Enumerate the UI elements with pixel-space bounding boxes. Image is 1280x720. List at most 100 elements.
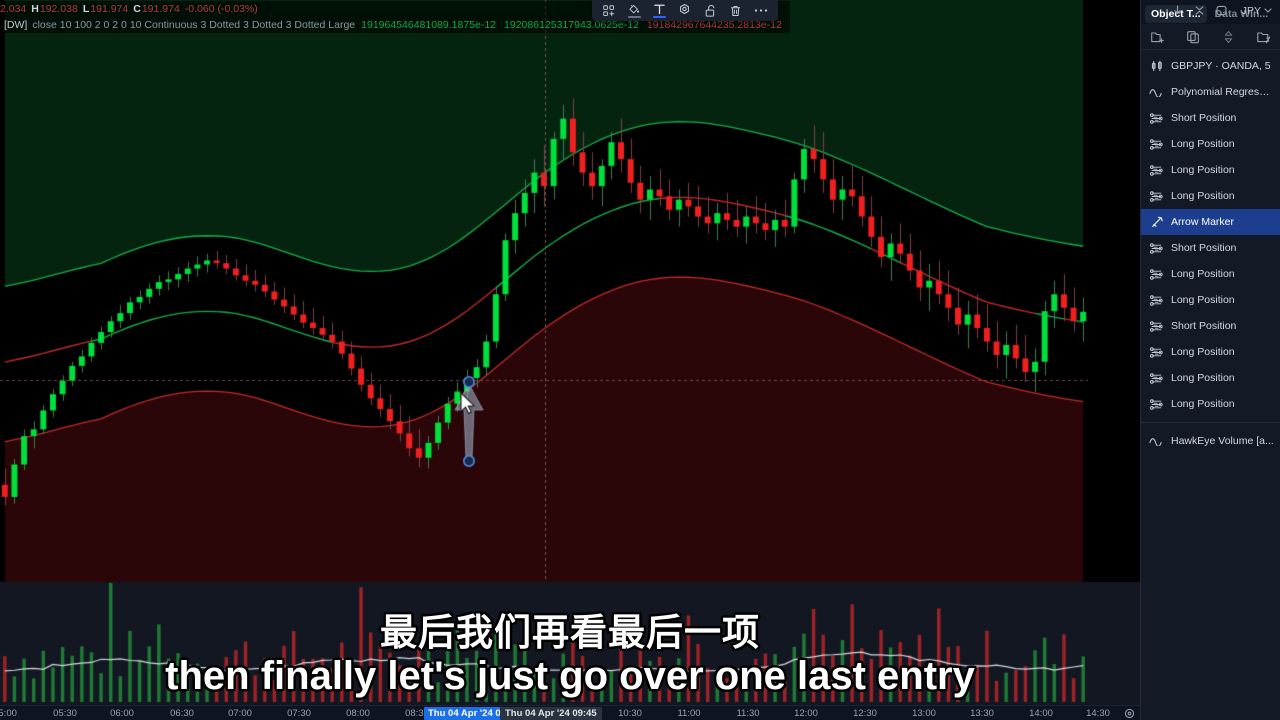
object-list-item-label: Polynomial Regressi... [1171, 86, 1274, 98]
object-list-item[interactable]: GBPJPY · OANDA, 5 [1141, 53, 1280, 79]
settings-icon[interactable] [674, 1, 695, 20]
time-axis-label: 13:30 [970, 708, 994, 719]
object-list-item[interactable]: Short Position [1141, 235, 1280, 261]
object-list-item[interactable]: Arrow Marker [1141, 209, 1280, 235]
time-axis-label: 07:00 [228, 708, 252, 719]
time-settings-icon[interactable] [1123, 707, 1136, 720]
sort-icon[interactable] [1218, 27, 1238, 47]
object-list-item[interactable]: Long Position [1141, 365, 1280, 391]
high-value: 192.038 [39, 3, 78, 15]
reset-chart-icon[interactable] [1212, 1, 1232, 20]
download-icon[interactable] [1168, 1, 1188, 20]
templates-icon[interactable] [598, 1, 619, 20]
symbol-icon [1149, 59, 1164, 74]
drawing-object-toolbar[interactable] [592, 0, 778, 21]
position-icon [1149, 371, 1164, 386]
time-axis-label: 14:00 [1029, 708, 1053, 719]
position-icon [1149, 267, 1164, 282]
time-axis-label: 05:30 [53, 708, 77, 719]
collapse-icon[interactable] [1190, 1, 1210, 20]
object-list-item-label: HawkEye Volume [a... [1171, 435, 1274, 447]
indicator-value-1: 191964546481089.1875e-12 [361, 19, 497, 31]
low-value: 191.974 [90, 3, 129, 15]
new-folder-icon[interactable] [1147, 27, 1167, 47]
position-icon [1149, 293, 1164, 308]
object-list-item[interactable]: Long Position [1141, 131, 1280, 157]
time-axis-label: 11:00 [677, 708, 701, 719]
arrow-marker-icon [1149, 215, 1164, 230]
change-value: -0.060 (-0.03%) [184, 3, 258, 15]
object-list-item[interactable]: Polynomial Regressi... [1141, 79, 1280, 105]
object-list-item-label: Long Position [1171, 164, 1235, 176]
time-axis-label: 13:00 [912, 708, 936, 719]
object-list[interactable]: GBPJPY · OANDA, 5 Polynomial Regressi... S… [1141, 50, 1280, 720]
time-axis-label: 10:30 [618, 708, 642, 719]
price-chart-canvas[interactable] [0, 0, 1140, 720]
close-value: 191.974 [141, 3, 180, 15]
object-list-item-label: Long Position [1171, 372, 1235, 384]
high-label: H [31, 3, 39, 15]
time-axis-label: 11:30 [736, 708, 760, 719]
chart-top-right-controls[interactable]: JPY [1168, 0, 1280, 21]
time-axis-label: 12:30 [853, 708, 877, 719]
time-axis-label: 12:00 [794, 708, 818, 719]
trash-icon[interactable] [725, 1, 746, 20]
paint-bucket-icon[interactable] [624, 1, 645, 20]
curve-icon [1149, 434, 1164, 449]
text-icon[interactable] [649, 1, 670, 20]
position-icon [1149, 241, 1164, 256]
tradingview-chart-screen: 2.034 H 192.038 L 191.974 C 191.974 -0.0… [0, 0, 1280, 720]
position-icon [1149, 137, 1164, 152]
object-list-item[interactable]: Short Position [1141, 313, 1280, 339]
time-axis[interactable]: 05:0005:3006:0006:3007:0007:3008:0008:30… [0, 705, 1140, 720]
currency-selector[interactable]: JPY [1238, 1, 1276, 20]
folder-actions-icon[interactable] [1254, 27, 1274, 47]
object-list-item-label: Short Position [1171, 242, 1237, 254]
position-icon [1149, 111, 1164, 126]
object-list-item-label: GBPJPY · OANDA, 5 [1171, 60, 1271, 72]
position-icon [1149, 319, 1164, 334]
low-label: L [82, 3, 90, 15]
time-axis-label: 07:30 [287, 708, 311, 719]
object-list-item[interactable]: Long Position [1141, 391, 1280, 417]
chevron-down-icon [1264, 8, 1272, 13]
copy-icon[interactable] [1183, 27, 1203, 47]
object-list-separator [1141, 422, 1280, 423]
time-axis-label: 06:30 [170, 708, 194, 719]
object-list-item-label: Long Position [1171, 138, 1235, 150]
position-icon [1149, 345, 1164, 360]
more-icon[interactable] [751, 1, 772, 20]
position-icon [1149, 397, 1164, 412]
object-list-item-label: Long Position [1171, 294, 1235, 306]
object-list-item-label: Long Position [1171, 346, 1235, 358]
object-list-item[interactable]: Long Position [1141, 287, 1280, 313]
object-list-item-label: Long Position [1171, 268, 1235, 280]
panel-toolbar[interactable] [1141, 24, 1280, 50]
object-tree-panel: Object T... Data Win... GBPJPY · OANDA, … [1140, 0, 1280, 720]
object-list-item[interactable]: Short Position [1141, 105, 1280, 131]
currency-value: JPY [1241, 4, 1261, 17]
object-list-item[interactable]: Long Position [1141, 339, 1280, 365]
indicator-prefix: [DW] [4, 19, 28, 31]
chart-area[interactable] [0, 0, 1140, 720]
object-list-item[interactable]: HawkEye Volume [a... [1141, 428, 1280, 454]
object-list-item[interactable]: Long Position [1141, 261, 1280, 287]
position-icon [1149, 189, 1164, 204]
unlock-icon[interactable] [700, 1, 721, 20]
object-list-item-label: Arrow Marker [1171, 216, 1235, 228]
time-axis-label: 08:00 [346, 708, 370, 719]
object-list-item[interactable]: Long Position [1141, 157, 1280, 183]
position-icon [1149, 163, 1164, 178]
open-value: 2.034 [0, 3, 27, 15]
object-list-item-label: Long Position [1171, 190, 1235, 202]
object-list-item-label: Short Position [1171, 320, 1237, 332]
object-list-item[interactable]: Long Position [1141, 183, 1280, 209]
close-label: C [133, 3, 141, 15]
object-list-item-label: Long Position [1171, 398, 1235, 410]
object-list-item-label: Short Position [1171, 112, 1237, 124]
time-axis-label: 06:00 [110, 708, 134, 719]
curve-icon [1149, 85, 1164, 100]
time-axis-label: 05:00 [0, 708, 17, 719]
indicator-params: close 10 100 2 0 2 0 10 Continuous 3 Dot… [32, 19, 356, 31]
time-axis-label: Thu 04 Apr '24 09:45 [500, 707, 602, 720]
